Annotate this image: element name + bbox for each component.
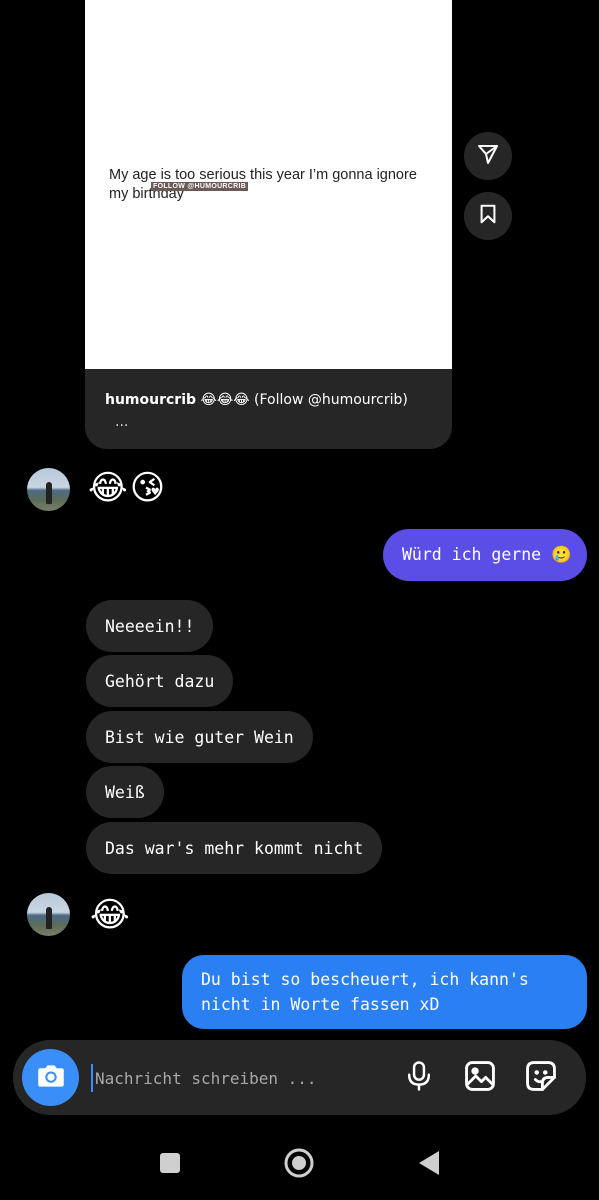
avatar-person bbox=[46, 482, 52, 504]
incoming-message[interactable]: Das war's mehr kommt nicht bbox=[86, 822, 383, 874]
emoji-message[interactable]: 😂 bbox=[90, 895, 132, 935]
sticker-button[interactable] bbox=[521, 1058, 561, 1098]
incoming-message[interactable]: Gehört dazu bbox=[86, 655, 234, 707]
post-caption: humourcrib 😂😂😂 (Follow @humourcrib) bbox=[105, 389, 435, 411]
post-watermark: FOLLOW @HUMOURCRIB bbox=[151, 182, 249, 191]
gallery-button[interactable] bbox=[460, 1058, 500, 1098]
home-button[interactable] bbox=[281, 1147, 317, 1183]
message-composer bbox=[13, 1040, 586, 1115]
incoming-message[interactable]: Neeeein!! bbox=[86, 600, 214, 652]
post-image[interactable]: My age is too serious this year I’m gonn… bbox=[85, 0, 452, 369]
outgoing-message[interactable]: Würd ich gerne 🥲 bbox=[383, 529, 587, 581]
microphone-button[interactable] bbox=[399, 1058, 439, 1098]
camera-button[interactable] bbox=[22, 1049, 79, 1106]
incoming-message[interactable]: Weiß bbox=[86, 766, 164, 818]
shared-post-card[interactable]: My age is too serious this year I’m gonn… bbox=[85, 0, 452, 449]
save-button[interactable] bbox=[464, 192, 512, 240]
sticker-icon bbox=[524, 1059, 558, 1097]
back-icon bbox=[417, 1150, 441, 1180]
share-button[interactable] bbox=[464, 132, 512, 180]
bookmark-icon bbox=[477, 203, 499, 229]
recents-button[interactable] bbox=[155, 1150, 185, 1180]
contact-avatar[interactable] bbox=[27, 893, 70, 936]
contact-avatar[interactable] bbox=[27, 468, 70, 511]
message-input[interactable] bbox=[91, 1064, 381, 1092]
microphone-icon bbox=[404, 1060, 434, 1096]
outgoing-message[interactable]: Du bist so bescheuert, ich kann's nicht … bbox=[182, 955, 587, 1029]
post-caption-more[interactable]: ... bbox=[115, 414, 128, 430]
camera-icon bbox=[34, 1059, 68, 1097]
emoji-message[interactable]: 😂😘 bbox=[88, 468, 167, 508]
post-caption-text: 😂😂😂 (Follow @humourcrib) bbox=[196, 392, 408, 408]
send-icon bbox=[476, 142, 500, 170]
home-icon bbox=[283, 1147, 315, 1183]
recents-icon bbox=[159, 1152, 181, 1178]
post-caption-author[interactable]: humourcrib bbox=[105, 392, 196, 408]
system-navigation-bar bbox=[0, 1130, 599, 1200]
gallery-icon bbox=[463, 1059, 497, 1097]
back-button[interactable] bbox=[412, 1148, 446, 1182]
incoming-message[interactable]: Bist wie guter Wein bbox=[86, 711, 313, 763]
avatar-person bbox=[46, 907, 52, 929]
